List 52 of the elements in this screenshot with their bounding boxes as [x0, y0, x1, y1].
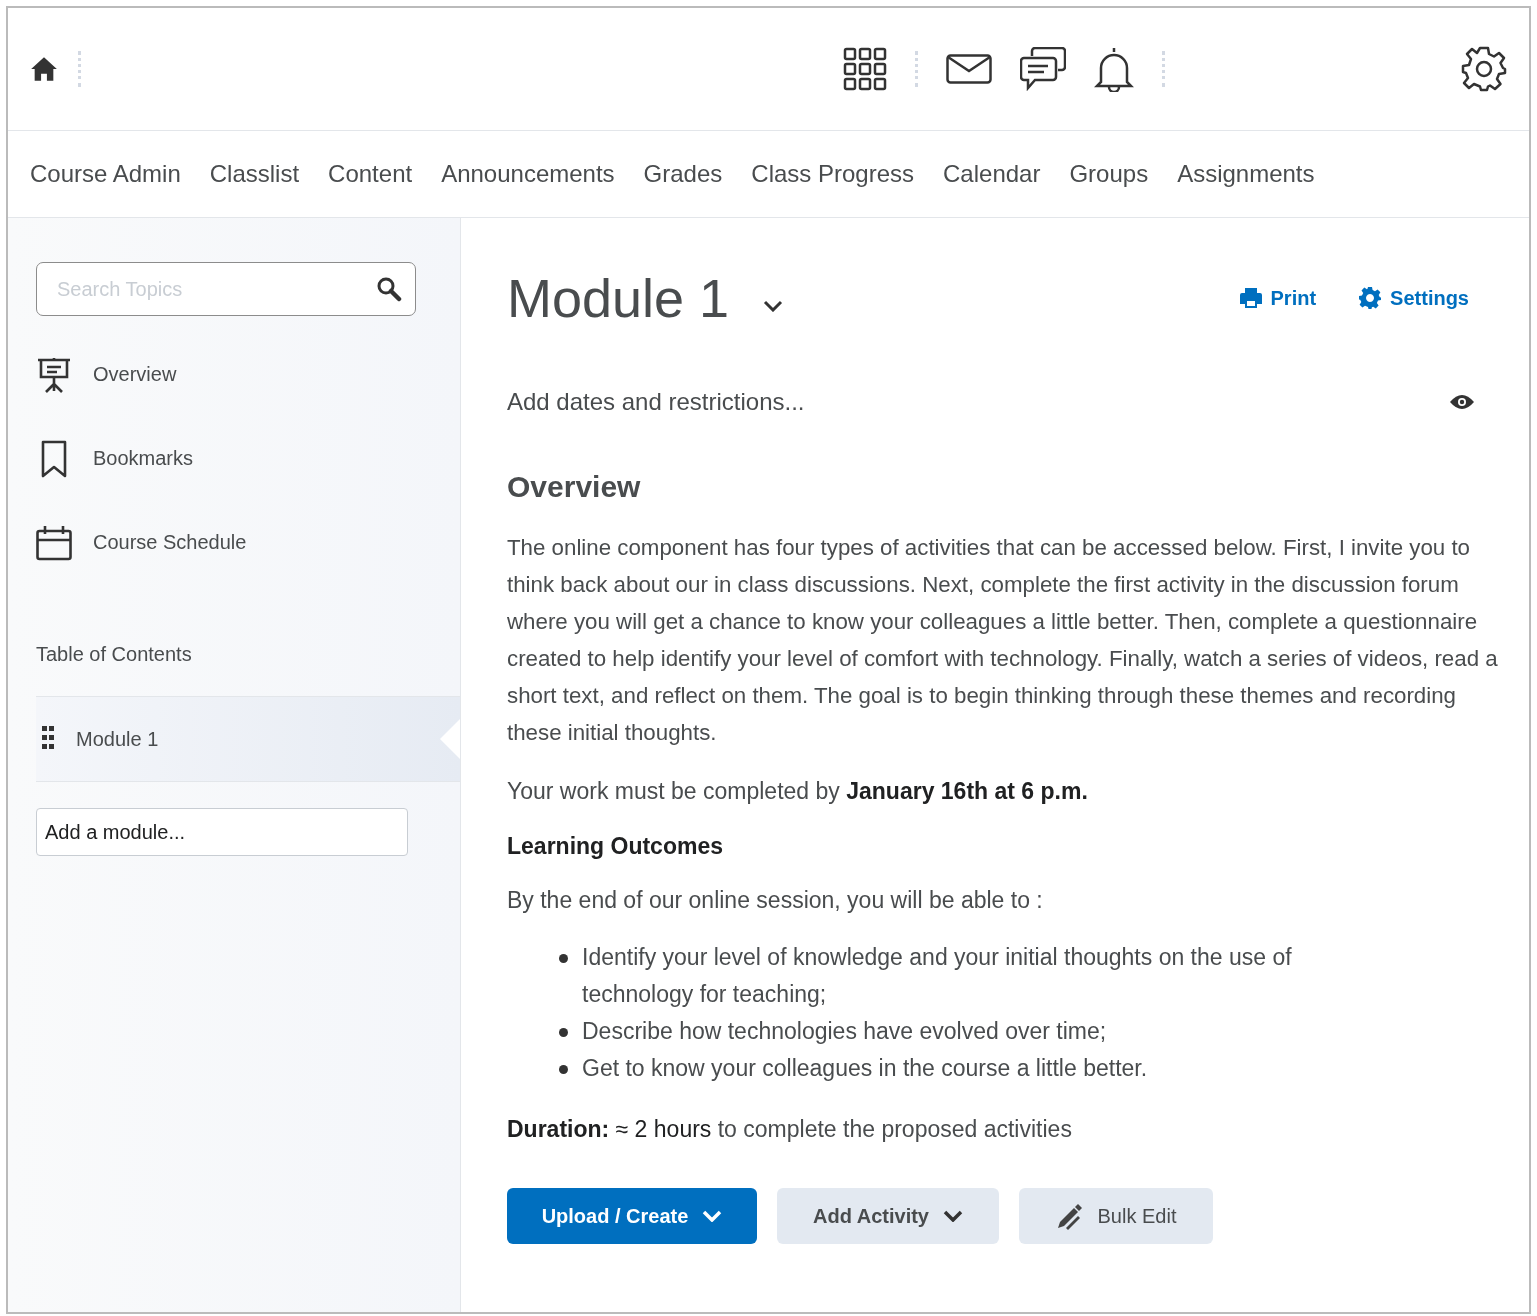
- sidebar-link[interactable]: Course Schedule: [93, 531, 247, 554]
- drag-handle-icon[interactable]: [42, 726, 54, 752]
- nav-link[interactable]: Assignments: [1177, 160, 1330, 188]
- add-activity-button[interactable]: Add Activity: [777, 1188, 999, 1244]
- nav-link[interactable]: Class Progress: [751, 160, 930, 188]
- pencil-icon: [1055, 1202, 1084, 1230]
- printer-icon: [1238, 286, 1263, 310]
- nav-link[interactable]: Classlist: [209, 160, 315, 188]
- section-heading: Overview: [507, 470, 642, 504]
- bullet-icon: [559, 954, 568, 963]
- eye-icon[interactable]: [1449, 393, 1475, 411]
- duration-text: Duration: ≈ 2 hours to complete the proposed activities: [507, 1115, 1073, 1144]
- presentation-icon: [36, 356, 72, 393]
- subheading: Learning Outcomes: [507, 833, 724, 860]
- module-item[interactable]: Module 1: [36, 696, 460, 782]
- gear-icon: [1358, 286, 1383, 310]
- outcomes-intro: By the end of our online session, you will be able to :: [507, 886, 1044, 915]
- nav-link[interactable]: Grades: [643, 160, 738, 188]
- add-module-field[interactable]: Add a module...: [36, 808, 408, 856]
- bullet-icon: [559, 1065, 568, 1074]
- chat-icon[interactable]: [1020, 47, 1066, 91]
- mail-icon[interactable]: [946, 54, 992, 84]
- nav-link[interactable]: Course Admin: [30, 160, 196, 188]
- nav-link[interactable]: Announcements: [441, 160, 630, 188]
- outcome-text: Identify your level of knowledge and your initial thoughts on the use of technology for teaching;: [582, 943, 1293, 1009]
- upload-button[interactable]: Upload / Create: [507, 1188, 757, 1244]
- bulk-edit-button[interactable]: Bulk Edit: [1019, 1188, 1213, 1244]
- home-icon[interactable]: [30, 56, 58, 82]
- chevron-down-icon: [702, 1210, 723, 1222]
- outcome-text: Describe how technologies have evolved over time;: [582, 1017, 1107, 1046]
- dates-link[interactable]: Add dates and restrictions...: [507, 388, 805, 416]
- action-link[interactable]: Settings: [1358, 286, 1469, 310]
- settings-icon[interactable]: [1461, 46, 1507, 92]
- nav-link[interactable]: Content: [328, 160, 428, 188]
- bell-icon[interactable]: [1094, 46, 1134, 92]
- chevron-down-icon[interactable]: [763, 300, 784, 312]
- action-link[interactable]: Print: [1238, 286, 1317, 310]
- outcome-text: Get to know your colleagues in the course a little better.: [582, 1054, 1148, 1083]
- chevron-down-icon: [942, 1210, 963, 1222]
- grid-icon[interactable]: [843, 47, 887, 91]
- bullet-icon: [559, 1028, 568, 1037]
- deadline-text: Your work must be completed by January 16th at 6 p.m.: [507, 777, 1089, 806]
- intro-paragraph: The online component has four types of activities that can be accessed below. First, I invite you to think back about our in class discussions. Next, complete the first activity in the discussion forum where you will get a chance to know your colleagues a little better. Then, complete a questionnaire created to help identify your level of comfort with technology. Finally, watch a series of videos, read a short text, and reflect on them. The goal is to begin thinking through these themes and recording these initial thoughts.: [507, 534, 1499, 747]
- sidebar-link[interactable]: Bookmarks: [93, 447, 194, 470]
- selection-notch: [440, 719, 460, 759]
- calendar-icon: [36, 524, 72, 561]
- module-title: Module 1: [507, 267, 730, 330]
- nav-link[interactable]: Groups: [1069, 160, 1164, 188]
- search-icon[interactable]: [376, 276, 402, 302]
- nav-link[interactable]: Calendar: [943, 160, 1056, 188]
- sidebar-link[interactable]: Overview: [93, 363, 177, 386]
- section-title: Table of Contents: [36, 643, 193, 666]
